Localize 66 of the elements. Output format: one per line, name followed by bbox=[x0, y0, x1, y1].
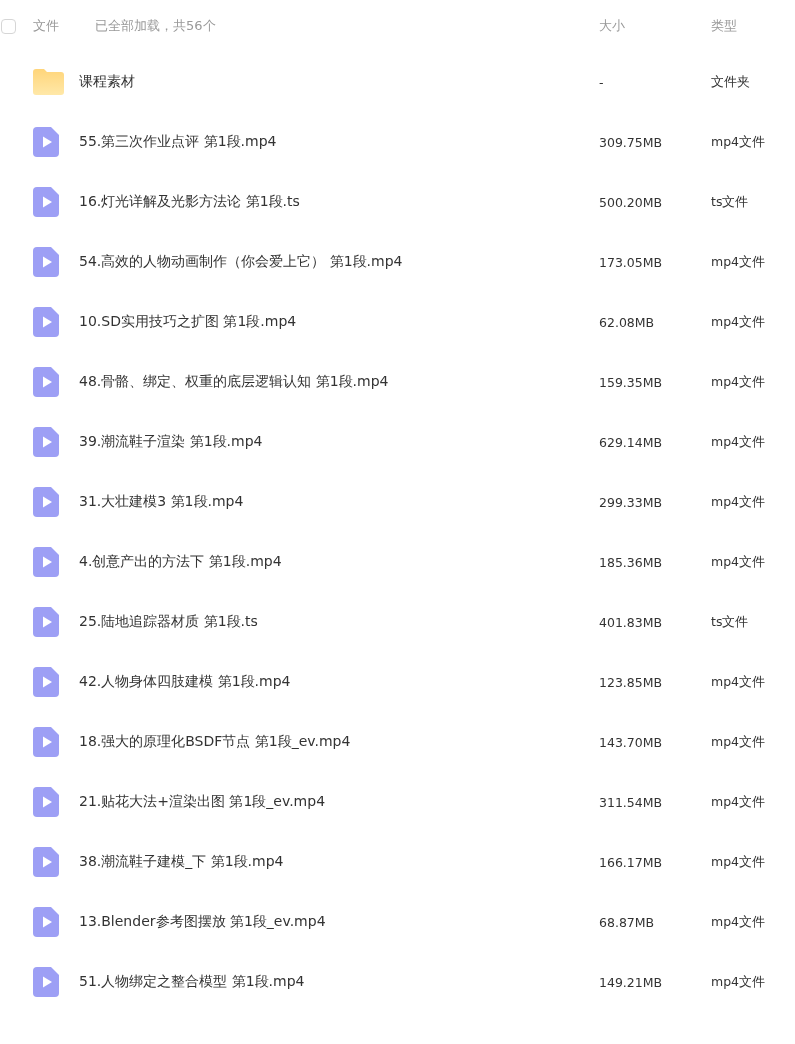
video-file-icon bbox=[33, 127, 59, 157]
file-name[interactable]: 25.陆地追踪器材质 第1段.ts bbox=[79, 613, 599, 631]
file-type: mp4文件 bbox=[711, 853, 767, 871]
file-name[interactable]: 4.创意产出的方法下 第1段.mp4 bbox=[79, 553, 599, 571]
file-type: mp4文件 bbox=[711, 973, 767, 991]
file-size: 309.75MB bbox=[599, 134, 664, 150]
video-file-icon bbox=[33, 667, 59, 697]
file-size: 500.20MB bbox=[599, 194, 664, 210]
video-file-icon bbox=[33, 487, 59, 517]
file-name[interactable]: 18.强大的原理化BSDF节点 第1段_ev.mp4 bbox=[79, 733, 599, 751]
file-name[interactable]: 54.高效的人物动画制作（你会爱上它） 第1段.mp4 bbox=[79, 253, 599, 271]
file-size: 311.54MB bbox=[599, 794, 664, 810]
select-all-checkbox[interactable] bbox=[1, 18, 16, 34]
file-type: mp4文件 bbox=[711, 373, 767, 391]
file-name[interactable]: 13.Blender参考图摆放 第1段_ev.mp4 bbox=[79, 913, 599, 931]
file-type: mp4文件 bbox=[711, 253, 767, 271]
video-file-icon bbox=[33, 247, 59, 277]
file-size: 159.35MB bbox=[599, 374, 664, 390]
video-file-icon bbox=[33, 307, 59, 337]
file-name[interactable]: 39.潮流鞋子渲染 第1段.mp4 bbox=[79, 433, 599, 451]
load-status: 已全部加载，共56个 bbox=[95, 17, 216, 35]
file-name[interactable]: 21.贴花大法+渲染出图 第1段_ev.mp4 bbox=[79, 793, 599, 811]
file-size: 299.33MB bbox=[599, 494, 664, 510]
video-file-icon bbox=[33, 787, 59, 817]
file-name[interactable]: 42.人物身体四肢建模 第1段.mp4 bbox=[79, 673, 599, 691]
file-type: ts文件 bbox=[711, 613, 750, 631]
video-file-icon bbox=[33, 847, 59, 877]
video-file-icon bbox=[33, 967, 59, 997]
file-type: mp4文件 bbox=[711, 313, 767, 331]
video-file-icon bbox=[33, 607, 59, 637]
file-size: 123.85MB bbox=[599, 674, 664, 690]
file-type: mp4文件 bbox=[711, 673, 767, 691]
file-size: 68.87MB bbox=[599, 914, 656, 930]
file-name[interactable]: 48.骨骼、绑定、权重的底层逻辑认知 第1段.mp4 bbox=[79, 373, 599, 391]
file-name[interactable]: 16.灯光详解及光影方法论 第1段.ts bbox=[79, 193, 599, 211]
file-name[interactable]: 课程素材 bbox=[79, 73, 599, 91]
file-size: 149.21MB bbox=[599, 974, 664, 990]
file-type: mp4文件 bbox=[711, 553, 767, 571]
file-size: 629.14MB bbox=[599, 434, 664, 450]
file-type: mp4文件 bbox=[711, 913, 767, 931]
video-file-icon bbox=[33, 727, 59, 757]
file-name[interactable]: 51.人物绑定之整合模型 第1段.mp4 bbox=[79, 973, 599, 991]
video-file-icon bbox=[33, 187, 59, 217]
file-type: mp4文件 bbox=[711, 433, 767, 451]
file-type: mp4文件 bbox=[711, 733, 767, 751]
video-file-icon bbox=[33, 547, 59, 577]
file-name[interactable]: 10.SD实用技巧之扩图 第1段.mp4 bbox=[79, 313, 599, 331]
file-name[interactable]: 31.大壮建模3 第1段.mp4 bbox=[79, 493, 599, 511]
file-size: 62.08MB bbox=[599, 314, 656, 330]
file-size: 185.36MB bbox=[599, 554, 664, 570]
file-type: ts文件 bbox=[711, 193, 750, 211]
file-name[interactable]: 38.潮流鞋子建模_下 第1段.mp4 bbox=[79, 853, 599, 871]
file-type: mp4文件 bbox=[711, 793, 767, 811]
folder-icon bbox=[33, 69, 64, 95]
file-size: 143.70MB bbox=[599, 734, 664, 750]
file-size: 173.05MB bbox=[599, 254, 664, 270]
video-file-icon bbox=[33, 427, 59, 457]
file-type: mp4文件 bbox=[711, 133, 767, 151]
file-type: mp4文件 bbox=[711, 493, 767, 511]
file-size: 401.83MB bbox=[599, 614, 664, 630]
file-type: 文件夹 bbox=[711, 73, 751, 91]
file-size: - bbox=[599, 74, 605, 90]
file-name[interactable]: 55.第三次作业点评 第1段.mp4 bbox=[79, 133, 599, 151]
video-file-icon bbox=[33, 367, 59, 397]
file-size: 166.17MB bbox=[599, 854, 664, 870]
video-file-icon bbox=[33, 907, 59, 937]
